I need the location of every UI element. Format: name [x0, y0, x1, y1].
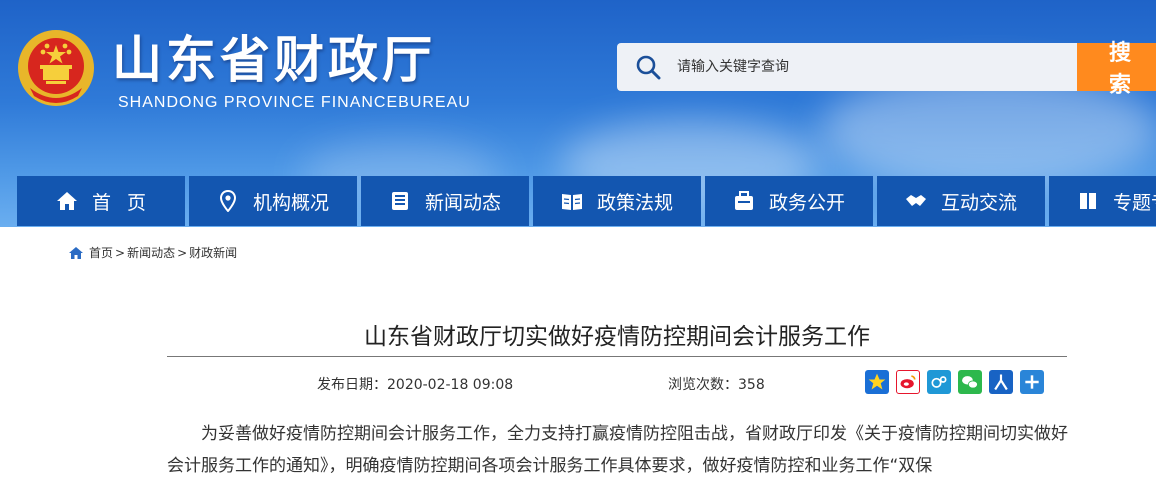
breadcrumb: 首页 > 新闻动态 > 财政新闻: [69, 244, 237, 261]
home-icon: [56, 190, 78, 212]
breadcrumb-home-link[interactable]: 首页: [89, 244, 113, 261]
nav-item-topics[interactable]: 专题专栏: [1049, 176, 1156, 226]
article-container: 首页 > 新闻动态 > 财政新闻 山东省财政厅切实做好疫情防控期间会计服务工作 …: [17, 227, 1156, 477]
home-icon: [69, 246, 83, 259]
nav-label: 机构概况: [252, 191, 329, 214]
nav-item-news[interactable]: 新闻动态: [361, 176, 529, 226]
national-emblem-icon[interactable]: [16, 28, 96, 108]
view-count: 浏览次数：358: [668, 377, 765, 393]
more-plus-icon[interactable]: [1020, 370, 1044, 394]
nav-item-home[interactable]: 首页: [17, 176, 185, 226]
nav-label: 政策法规: [596, 191, 673, 214]
newspaper-icon: [389, 190, 411, 212]
site-title[interactable]: 山东省财政厅: [112, 30, 436, 90]
nav-item-government-affairs[interactable]: 政务公开: [705, 176, 873, 226]
main-nav: 首页 机构概况 新闻动态 政策法规 政务公开 互动交流 专题: [17, 176, 1156, 226]
breadcrumb-separator: >: [177, 245, 188, 260]
article-body: 为妥善做好疫情防控期间会计服务工作，全力支持打赢疫情防控阻击战，省财政厅印发《关…: [167, 424, 1068, 476]
search-input[interactable]: [675, 58, 1059, 76]
breadcrumb-separator: >: [115, 245, 126, 260]
nav-item-policy[interactable]: 政策法规: [533, 176, 701, 226]
search-bar: [617, 43, 1077, 91]
nav-label: 新闻动态: [424, 191, 501, 214]
nav-item-organization[interactable]: 机构概况: [189, 176, 357, 226]
search-icon: [636, 55, 661, 80]
weibo-icon[interactable]: [896, 370, 920, 394]
title-divider: [167, 356, 1067, 357]
book-icon: [1077, 190, 1099, 212]
article-title: 山东省财政厅切实做好疫情防控期间会计服务工作: [364, 324, 870, 350]
nav-label: 首页: [91, 191, 162, 214]
tencent-weibo-icon[interactable]: [927, 370, 951, 394]
location-pin-icon: [217, 190, 239, 212]
handshake-icon: [905, 190, 927, 212]
qzone-star-icon[interactable]: [865, 370, 889, 394]
header-banner: 山东省财政厅 SHANDONG PROVINCE FINANCEBUREAU 搜…: [0, 0, 1156, 227]
briefcase-icon: [733, 190, 755, 212]
breadcrumb-finance-news-link[interactable]: 财政新闻: [189, 244, 237, 261]
search-button[interactable]: 搜 索: [1077, 41, 1156, 98]
open-book-icon: [561, 190, 583, 212]
renren-icon[interactable]: [989, 370, 1013, 394]
wechat-icon[interactable]: [958, 370, 982, 394]
nav-label: 政务公开: [768, 191, 845, 214]
breadcrumb-news-link[interactable]: 新闻动态: [127, 244, 175, 261]
nav-label: 专题专栏: [1112, 191, 1156, 214]
share-bar: [865, 370, 1044, 394]
publish-date: 发布日期：2020-02-18 09:08: [317, 377, 514, 393]
nav-label: 互动交流: [940, 191, 1017, 214]
site-title-english: SHANDONG PROVINCE FINANCEBUREAU: [118, 94, 471, 111]
nav-item-interaction[interactable]: 互动交流: [877, 176, 1045, 226]
